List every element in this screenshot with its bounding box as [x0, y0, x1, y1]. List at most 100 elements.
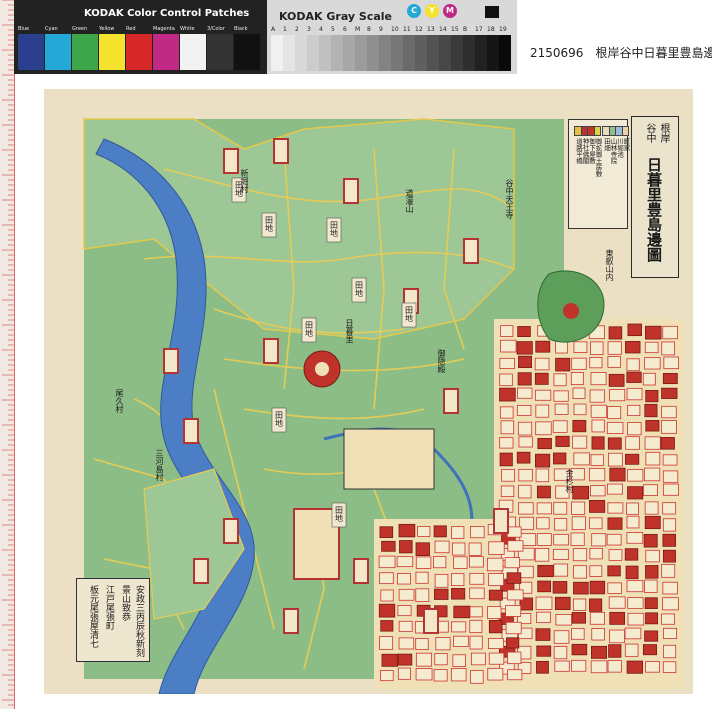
town-block [379, 526, 394, 538]
town-block [398, 588, 415, 601]
town-block [553, 518, 568, 531]
town-block [589, 389, 605, 403]
town-block [553, 563, 569, 577]
red-label-tab [343, 178, 359, 204]
town-block [470, 670, 484, 684]
gray-step-label: M [355, 26, 361, 33]
patch-label: Magenta [153, 26, 175, 32]
kodak-color-card: KODAK Color Control Patches Blue Cyan Gree… [14, 0, 267, 74]
town-block [627, 597, 644, 609]
town-block [469, 606, 483, 618]
town-block [662, 470, 679, 483]
town-block [415, 542, 430, 556]
town-block [499, 387, 516, 402]
town-block [535, 468, 550, 483]
gray-step: A [271, 26, 283, 71]
town-block [589, 565, 603, 577]
town-block [488, 541, 505, 555]
town-block [415, 652, 433, 667]
town-block [470, 525, 485, 539]
town-block [434, 540, 450, 554]
town-block [572, 485, 590, 500]
gray-step-label: 6 [343, 26, 347, 33]
town-block [644, 341, 659, 354]
town-block [663, 356, 680, 370]
town-block [453, 556, 468, 569]
town-block [662, 597, 679, 611]
town-block [435, 637, 451, 651]
legend-swatch [573, 126, 582, 136]
town-block [662, 454, 678, 466]
publisher-block: 安政三丙辰秋新刻 景山致恭 江戸尾張町 板元尾張屋清七 [76, 578, 150, 662]
town-block [518, 468, 533, 482]
town-block [516, 451, 531, 464]
town-block [553, 373, 567, 387]
town-block [536, 485, 551, 499]
gray-step: 2 [295, 26, 307, 71]
town-block [417, 526, 431, 537]
town-block [606, 533, 622, 546]
town-block [518, 502, 534, 515]
gray-step: 8 [367, 26, 379, 71]
town-block [589, 467, 606, 482]
town-block [535, 628, 551, 641]
patch-label: Black [234, 26, 248, 32]
gray-step: 13 [427, 26, 439, 71]
ruler-ticks [2, 0, 14, 706]
town-block [535, 453, 551, 468]
town-block [499, 452, 513, 467]
town-block [624, 548, 639, 561]
gray-step-swatch [367, 35, 379, 71]
gray-step-swatch [271, 35, 283, 71]
town-block [606, 483, 623, 495]
patch-swatch [207, 34, 233, 70]
town-block [570, 372, 584, 386]
town-block [535, 421, 552, 436]
town-block [487, 638, 504, 650]
town-block [554, 596, 571, 610]
town-block [573, 581, 589, 595]
town-block [607, 502, 624, 514]
gray-step-label: 11 [403, 26, 411, 33]
town-block [517, 387, 533, 399]
color-patch: Red [126, 26, 153, 70]
gray-step: 6 [343, 26, 355, 71]
town-block [626, 371, 642, 383]
red-label-tab [263, 338, 279, 364]
publisher-line-1: 安政三丙辰秋新刻 [134, 585, 144, 657]
town-block [607, 341, 622, 355]
town-block [644, 515, 661, 530]
patch-swatch [45, 34, 71, 70]
compass-subtitle: 東叡山内 [605, 249, 614, 281]
red-label-tab [193, 558, 209, 584]
place-label: 谷中天王寺 [505, 179, 514, 219]
town-block [451, 542, 466, 556]
town-block [662, 373, 678, 385]
town-block [380, 670, 394, 682]
town-block [589, 611, 605, 625]
town-block [645, 565, 659, 579]
town-block [433, 525, 447, 538]
town-block [469, 587, 485, 600]
town-block [662, 581, 678, 595]
gray-step-swatch [487, 35, 499, 71]
town-block [500, 485, 515, 498]
town-block [433, 556, 447, 569]
gray-step-swatch [451, 35, 463, 71]
town-block [469, 572, 485, 585]
town-block [645, 612, 659, 625]
title-prefix-2: 谷中 [644, 123, 655, 143]
map-legend: 町家 川堀池 山林寺院 田畑 御蛇御土居敷 御下屋敷 神社佛閣 道路平橋 [568, 119, 630, 229]
town-block [453, 605, 471, 619]
town-block [573, 403, 587, 416]
town-block [507, 589, 524, 601]
gray-step: 15 [451, 26, 463, 71]
town-block [662, 518, 677, 532]
town-block [572, 435, 588, 449]
color-patch: White [180, 26, 207, 70]
town-block [499, 373, 513, 387]
color-patch: Cyan [45, 26, 72, 70]
town-block [452, 654, 466, 667]
town-block [661, 613, 676, 625]
town-block [573, 341, 588, 353]
